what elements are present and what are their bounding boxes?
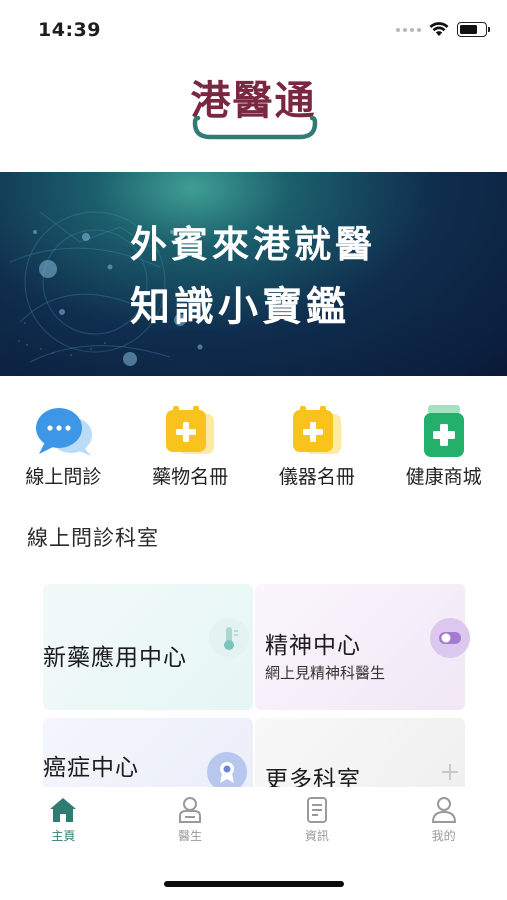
promo-banner[interactable]: 外賓來港就醫 知識小寶鑑 xyxy=(0,172,507,376)
quick-label: 線上問診 xyxy=(25,466,102,488)
quick-label: 儀器名冊 xyxy=(278,466,355,488)
home-indicator xyxy=(164,881,344,887)
wifi-icon xyxy=(429,22,449,36)
tab-label: 資訊 xyxy=(304,829,329,843)
department-title: 更多科室 xyxy=(265,767,361,787)
tab-home[interactable]: 主頁 xyxy=(0,788,127,858)
chat-bubbles-icon xyxy=(36,408,93,456)
status-bar: 14:39 xyxy=(0,0,507,58)
tab-label: 我的 xyxy=(431,829,456,843)
bottom-tab-bar: 主頁 醫生 資訊 我的 xyxy=(0,788,507,858)
department-title: 癌症中心 xyxy=(43,755,139,781)
plus-icon xyxy=(430,752,470,787)
department-title: 精神中心 xyxy=(265,633,361,659)
department-card-new-drug[interactable]: 新藥應用中心 xyxy=(43,584,253,710)
battery-icon xyxy=(457,22,490,37)
department-grid: 新藥應用中心 精神中心 網上見精神科醫生 癌症中心 更多科室 xyxy=(43,584,477,787)
toggle-icon xyxy=(430,618,470,658)
status-indicators xyxy=(396,22,490,37)
tab-doctor[interactable]: 醫生 xyxy=(127,788,254,858)
quick-label: 健康商城 xyxy=(405,466,482,488)
equipment-box-icon xyxy=(292,406,341,454)
quick-menu: 線上問診 藥物名冊 儀器名冊 健康商城 xyxy=(0,404,507,494)
quick-label: 藥物名冊 xyxy=(152,466,229,488)
tab-label: 主頁 xyxy=(51,829,76,843)
status-time: 14:39 xyxy=(38,19,101,41)
tab-profile[interactable]: 我的 xyxy=(380,788,507,858)
profile-icon xyxy=(431,797,456,823)
department-title: 新藥應用中心 xyxy=(43,645,187,671)
app-logo: 港醫通 xyxy=(0,60,507,152)
home-icon xyxy=(50,798,77,822)
doctor-icon xyxy=(179,797,202,823)
tab-news[interactable]: 資訊 xyxy=(254,788,381,858)
tab-label: 醫生 xyxy=(178,829,203,843)
department-subtitle: 網上見精神科醫生 xyxy=(265,664,386,682)
document-icon xyxy=(306,797,327,823)
medicine-box-icon xyxy=(166,406,215,454)
cellular-signal-icon xyxy=(396,27,421,32)
banner-title-line1: 外賓來港就醫 xyxy=(130,223,376,266)
thermometer-icon xyxy=(209,618,249,658)
department-card-psychiatry[interactable]: 精神中心 網上見精神科醫生 xyxy=(255,584,470,710)
medicine-bottle-icon xyxy=(423,405,464,457)
banner-title-line2: 知識小寶鑑 xyxy=(130,284,350,330)
quick-item-drug-catalog[interactable]: 藥物名冊 xyxy=(127,404,254,494)
section-title: 線上問診科室 xyxy=(27,526,159,550)
battery-level xyxy=(460,25,477,34)
award-icon xyxy=(207,752,247,787)
quick-item-equipment-catalog[interactable]: 儀器名冊 xyxy=(254,404,381,494)
department-card-oncology[interactable]: 癌症中心 xyxy=(43,718,253,787)
quick-item-health-mall[interactable]: 健康商城 xyxy=(380,404,507,494)
quick-item-online-consultation[interactable]: 線上問診 xyxy=(0,404,127,494)
department-card-more[interactable]: 更多科室 xyxy=(255,718,465,787)
logo-smile-icon xyxy=(192,115,318,140)
